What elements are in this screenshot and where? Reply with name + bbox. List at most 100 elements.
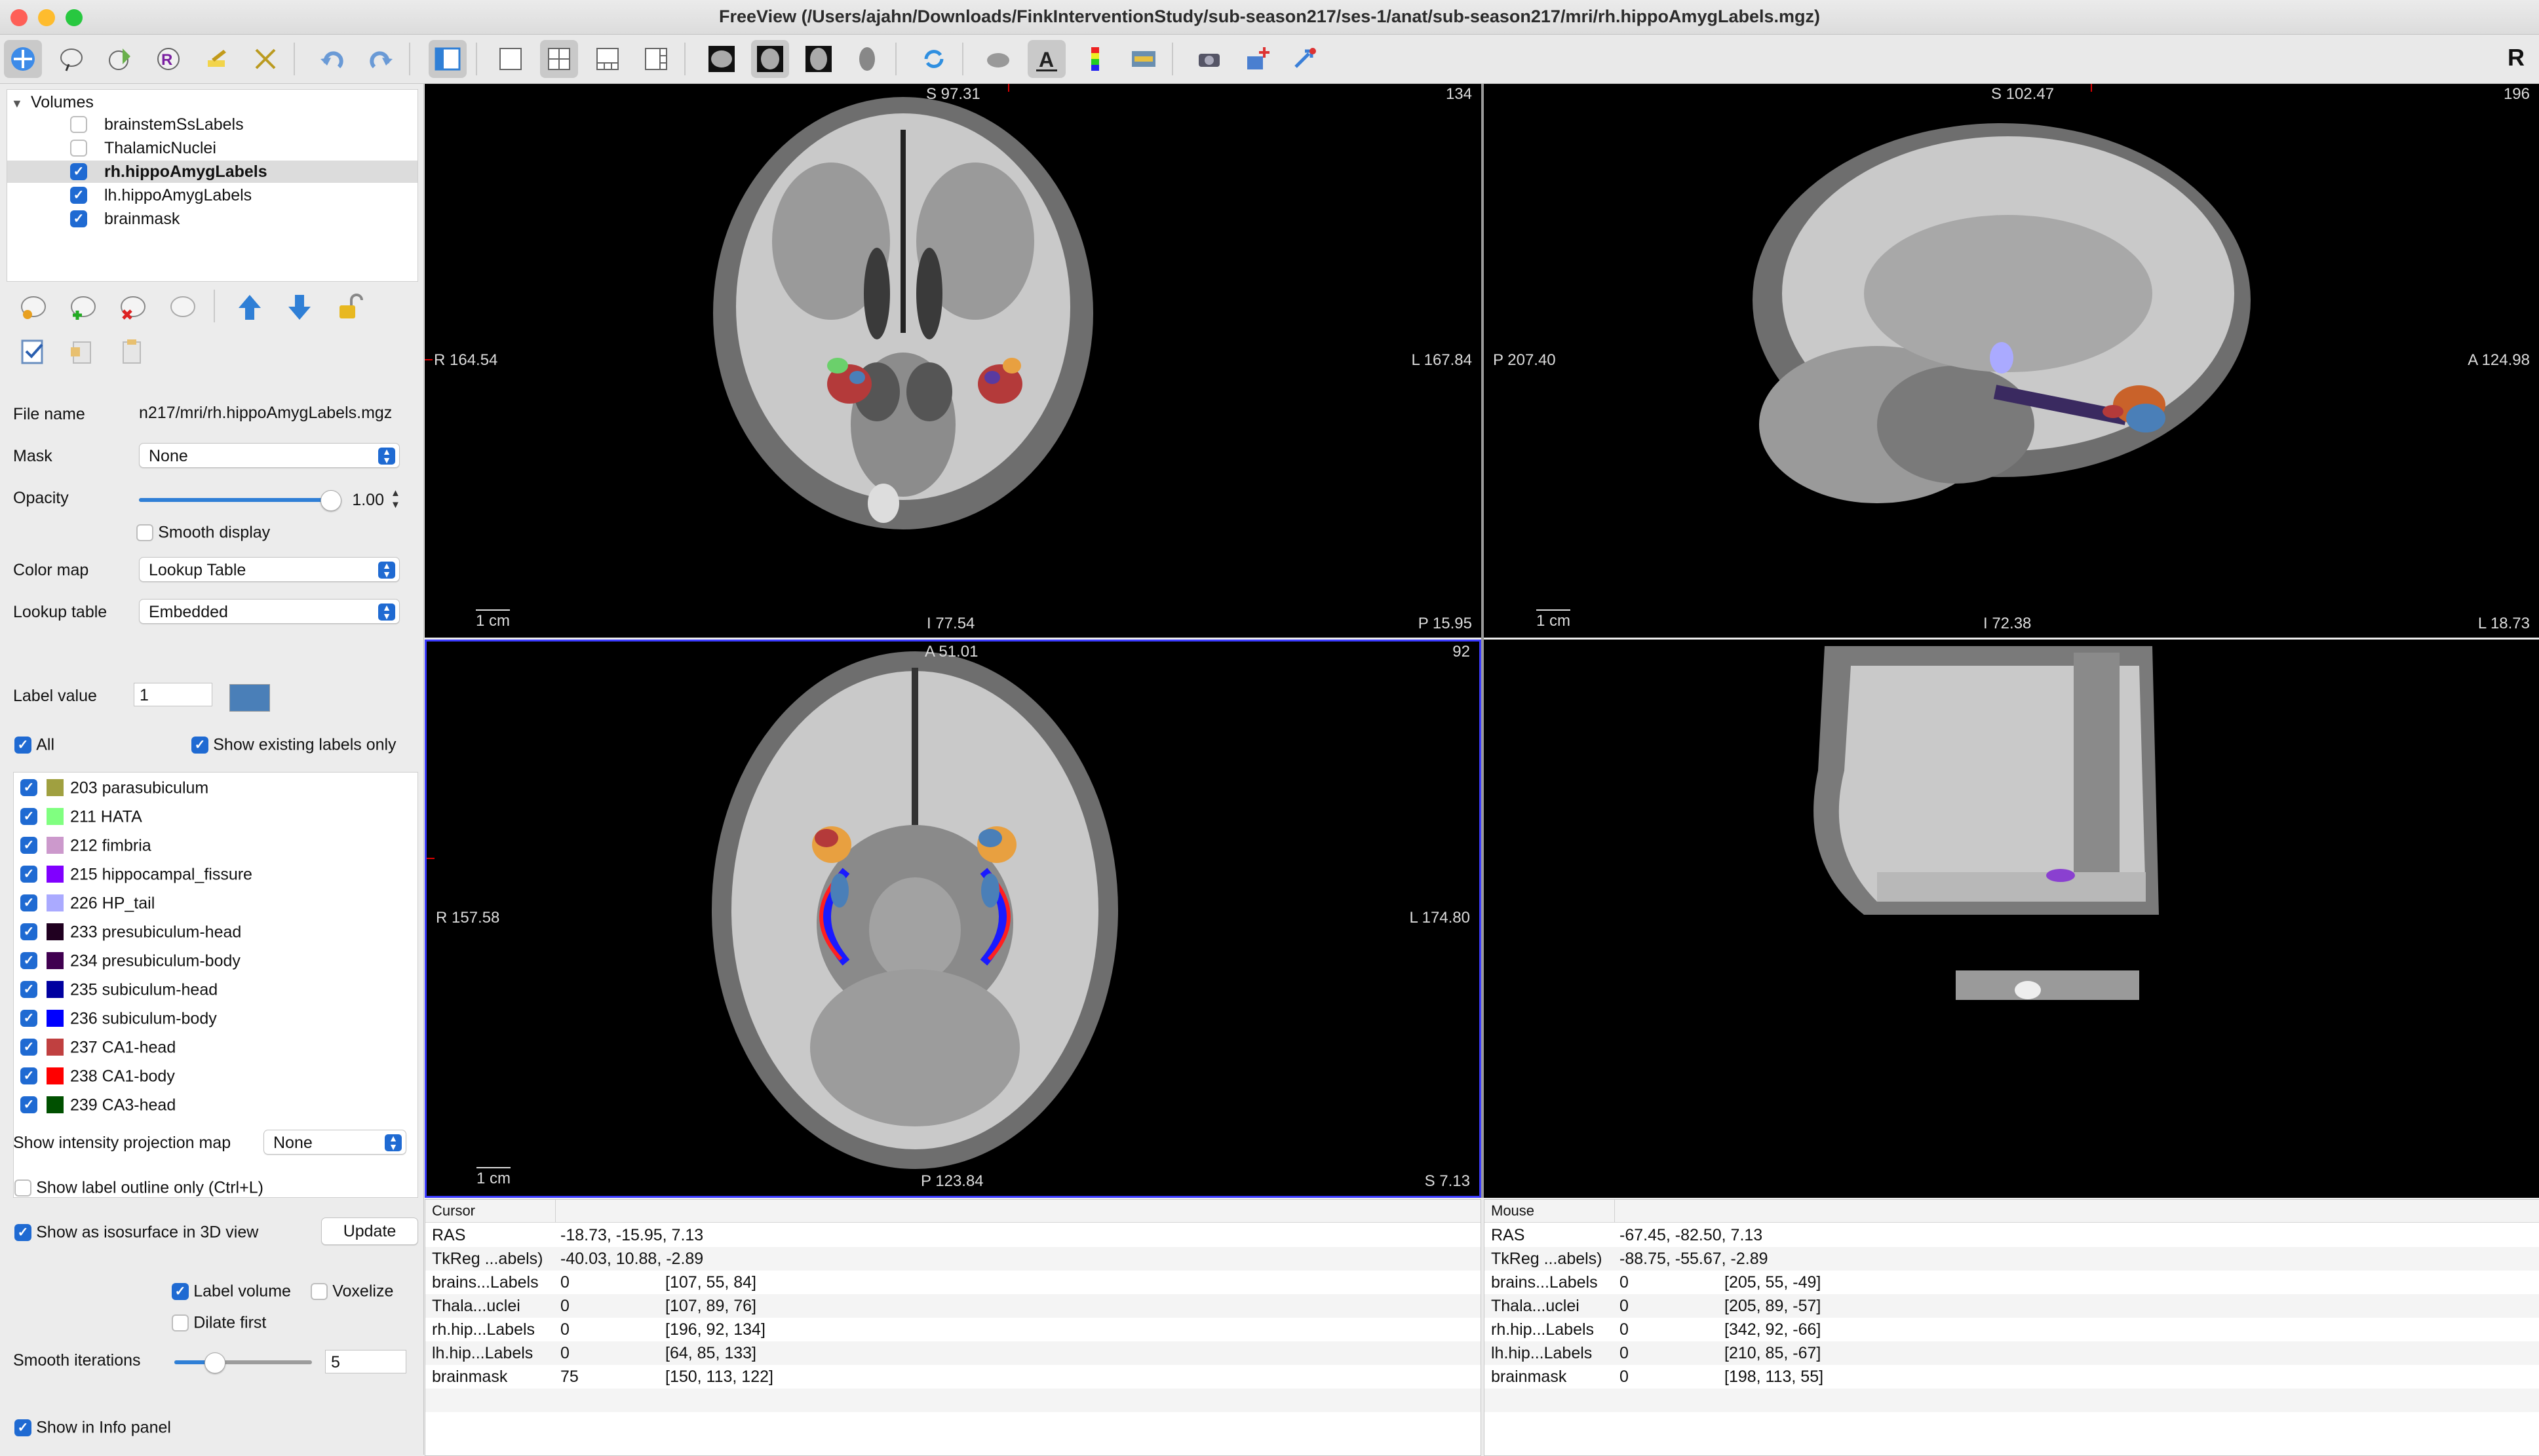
layer-group-volumes[interactable]: ▼ Volumes bbox=[11, 91, 94, 113]
label-outline-checkbox[interactable]: Show label outline only (Ctrl+L) bbox=[14, 1177, 263, 1198]
layer-visibility-checkbox[interactable]: ✓ bbox=[70, 187, 87, 204]
sagittal-view[interactable]: S 102.47 196 P 207.40 A 124.98 I 72.38 L… bbox=[1484, 84, 2539, 638]
redo-button[interactable] bbox=[362, 40, 400, 78]
load-volume-icon[interactable] bbox=[18, 292, 48, 322]
sagittal-view-button[interactable] bbox=[703, 40, 741, 78]
toggle-control-panel-button[interactable] bbox=[429, 40, 467, 78]
label-list-item[interactable]: ✓ 203 parasubiculum bbox=[20, 773, 208, 801]
label-list-item[interactable]: ✓ 236 subiculum-body bbox=[20, 1003, 217, 1032]
label-list-item[interactable]: ✓ 234 presubiculum-body bbox=[20, 946, 241, 974]
roi-edit-tool-button[interactable]: R bbox=[149, 40, 187, 78]
label-visibility-checkbox[interactable]: ✓ bbox=[20, 866, 37, 883]
dilate-first-checkbox[interactable]: Dilate first bbox=[172, 1312, 266, 1333]
chevron-down-icon[interactable]: ▼ bbox=[11, 92, 31, 115]
layout-2x2-button[interactable] bbox=[540, 40, 578, 78]
label-list-item[interactable]: ✓ 211 HATA bbox=[20, 801, 142, 830]
spin-arrows-icon[interactable]: ▲ ▼ bbox=[391, 488, 400, 511]
camera-button[interactable] bbox=[1190, 40, 1228, 78]
info-value[interactable]: -88.75, -55.67, -2.89 bbox=[1619, 1247, 1768, 1271]
navigate-tool-button[interactable] bbox=[4, 40, 42, 78]
axial-view[interactable]: A 51.01 92 R 157.58 L 174.80 P 123.84 S … bbox=[425, 640, 1481, 1198]
copy-icon[interactable] bbox=[68, 337, 98, 367]
point-set-edit-tool-button[interactable] bbox=[198, 40, 236, 78]
label-visibility-checkbox[interactable]: ✓ bbox=[20, 952, 37, 970]
select-all-icon[interactable] bbox=[18, 337, 48, 367]
label-list-item[interactable]: ✓ 235 subiculum-head bbox=[20, 974, 218, 1003]
layer-item[interactable]: brainstemSsLabels bbox=[7, 113, 417, 136]
isosurface-checkbox[interactable]: ✓ Show as isosurface in 3D view bbox=[14, 1221, 258, 1242]
info-value[interactable]: 75 bbox=[560, 1365, 579, 1389]
opacity-slider-track[interactable] bbox=[139, 498, 330, 502]
layout-1-3-button[interactable] bbox=[589, 40, 627, 78]
update-button[interactable]: Update bbox=[321, 1217, 418, 1245]
layer-visibility-checkbox[interactable] bbox=[70, 116, 87, 133]
label-volume-checkbox[interactable]: ✓ Label volume bbox=[172, 1280, 291, 1301]
label-list-item[interactable]: ✓ 237 CA1-head bbox=[20, 1032, 176, 1061]
colormap-select[interactable]: Lookup Table ▲ ▼ bbox=[139, 557, 400, 582]
smooth-iterations-slider[interactable] bbox=[174, 1360, 312, 1364]
show-existing-labels-checkbox[interactable]: ✓ Show existing labels only bbox=[191, 734, 397, 755]
save-volume-icon[interactable] bbox=[168, 292, 198, 322]
info-value[interactable]: 0 bbox=[1619, 1294, 1629, 1318]
info-value[interactable]: 0 bbox=[1619, 1341, 1629, 1365]
show-annotation-button[interactable]: A bbox=[1028, 40, 1066, 78]
transform-button[interactable] bbox=[1287, 40, 1325, 78]
file-name-field[interactable]: n217/mri/rh.hippoAmygLabels.mgz bbox=[134, 401, 416, 425]
layer-item[interactable]: ✓ rh.hippoAmygLabels bbox=[7, 161, 417, 183]
label-visibility-checkbox[interactable]: ✓ bbox=[20, 1096, 37, 1114]
lock-icon[interactable] bbox=[334, 292, 364, 322]
recon-edit-tool-button[interactable] bbox=[52, 40, 90, 78]
info-value[interactable]: 0 bbox=[560, 1294, 570, 1318]
new-volume-icon[interactable] bbox=[68, 292, 98, 322]
opacity-slider-handle[interactable] bbox=[320, 490, 341, 511]
intensity-projection-select[interactable]: None ▲ ▼ bbox=[263, 1130, 406, 1155]
info-value[interactable]: 0 bbox=[1619, 1365, 1629, 1389]
label-value-input[interactable]: 1 bbox=[134, 683, 212, 706]
close-volume-icon[interactable] bbox=[118, 292, 148, 322]
label-visibility-checkbox[interactable]: ✓ bbox=[20, 894, 37, 912]
move-layer-up-icon[interactable] bbox=[235, 292, 265, 322]
label-visibility-checkbox[interactable]: ✓ bbox=[20, 1010, 37, 1027]
layout-1-3-side-button[interactable] bbox=[637, 40, 675, 78]
all-labels-checkbox[interactable]: ✓ All bbox=[14, 734, 54, 755]
label-list-item[interactable]: ✓ 239 CA3-head bbox=[20, 1090, 176, 1119]
smooth-display-checkbox[interactable]: Smooth display bbox=[136, 522, 270, 543]
layer-visibility-checkbox[interactable] bbox=[70, 140, 87, 157]
lookup-table-select[interactable]: Embedded ▲ ▼ bbox=[139, 599, 400, 624]
axial-view-button[interactable] bbox=[800, 40, 838, 78]
info-value[interactable]: 0 bbox=[560, 1341, 570, 1365]
3d-view[interactable] bbox=[1484, 640, 2539, 1198]
smooth-iterations-handle[interactable] bbox=[204, 1352, 225, 1373]
label-visibility-checkbox[interactable]: ✓ bbox=[20, 837, 37, 854]
info-value[interactable]: 0 bbox=[560, 1271, 570, 1294]
info-value[interactable]: 0 bbox=[560, 1318, 570, 1341]
coronal-view[interactable]: S 97.31 134 R 164.54 L 167.84 I 77.54 P … bbox=[425, 84, 1481, 638]
info-value[interactable]: 0 bbox=[1619, 1271, 1629, 1294]
layer-item[interactable]: ✓ lh.hippoAmygLabels bbox=[7, 184, 417, 206]
3d-view-button[interactable] bbox=[848, 40, 886, 78]
label-visibility-checkbox[interactable]: ✓ bbox=[20, 808, 37, 826]
show-in-info-panel-checkbox[interactable]: ✓ Show in Info panel bbox=[14, 1417, 171, 1438]
layout-1x1-button[interactable] bbox=[492, 40, 530, 78]
add-point-button[interactable] bbox=[1239, 40, 1277, 78]
coronal-view-button[interactable] bbox=[751, 40, 789, 78]
label-list-item[interactable]: ✓ 215 hippocampal_fissure bbox=[20, 859, 252, 888]
label-visibility-checkbox[interactable]: ✓ bbox=[20, 923, 37, 941]
label-visibility-checkbox[interactable]: ✓ bbox=[20, 1067, 37, 1085]
histogram-button[interactable] bbox=[1125, 40, 1163, 78]
label-visibility-checkbox[interactable]: ✓ bbox=[20, 1039, 37, 1056]
info-value[interactable]: -67.45, -82.50, 7.13 bbox=[1619, 1223, 1762, 1247]
label-list-item[interactable]: ✓ 226 HP_tail bbox=[20, 888, 155, 917]
smooth-iterations-input[interactable]: 5 bbox=[325, 1350, 406, 1373]
move-layer-down-icon[interactable] bbox=[284, 292, 315, 322]
layer-visibility-checkbox[interactable]: ✓ bbox=[70, 163, 87, 180]
paste-icon[interactable] bbox=[118, 337, 148, 367]
label-list-item[interactable]: ✓ 212 fimbria bbox=[20, 830, 151, 859]
info-value[interactable]: -18.73, -15.95, 7.13 bbox=[560, 1223, 703, 1247]
label-list-item[interactable]: ✓ 233 presubiculum-head bbox=[20, 917, 241, 946]
label-color-swatch[interactable] bbox=[229, 684, 270, 712]
layer-item[interactable]: ✓ brainmask bbox=[7, 208, 417, 230]
contour-tool-button[interactable] bbox=[246, 40, 284, 78]
opacity-spinbox[interactable]: 1.00 bbox=[341, 488, 389, 512]
voxelize-checkbox[interactable]: Voxelize bbox=[311, 1280, 393, 1301]
